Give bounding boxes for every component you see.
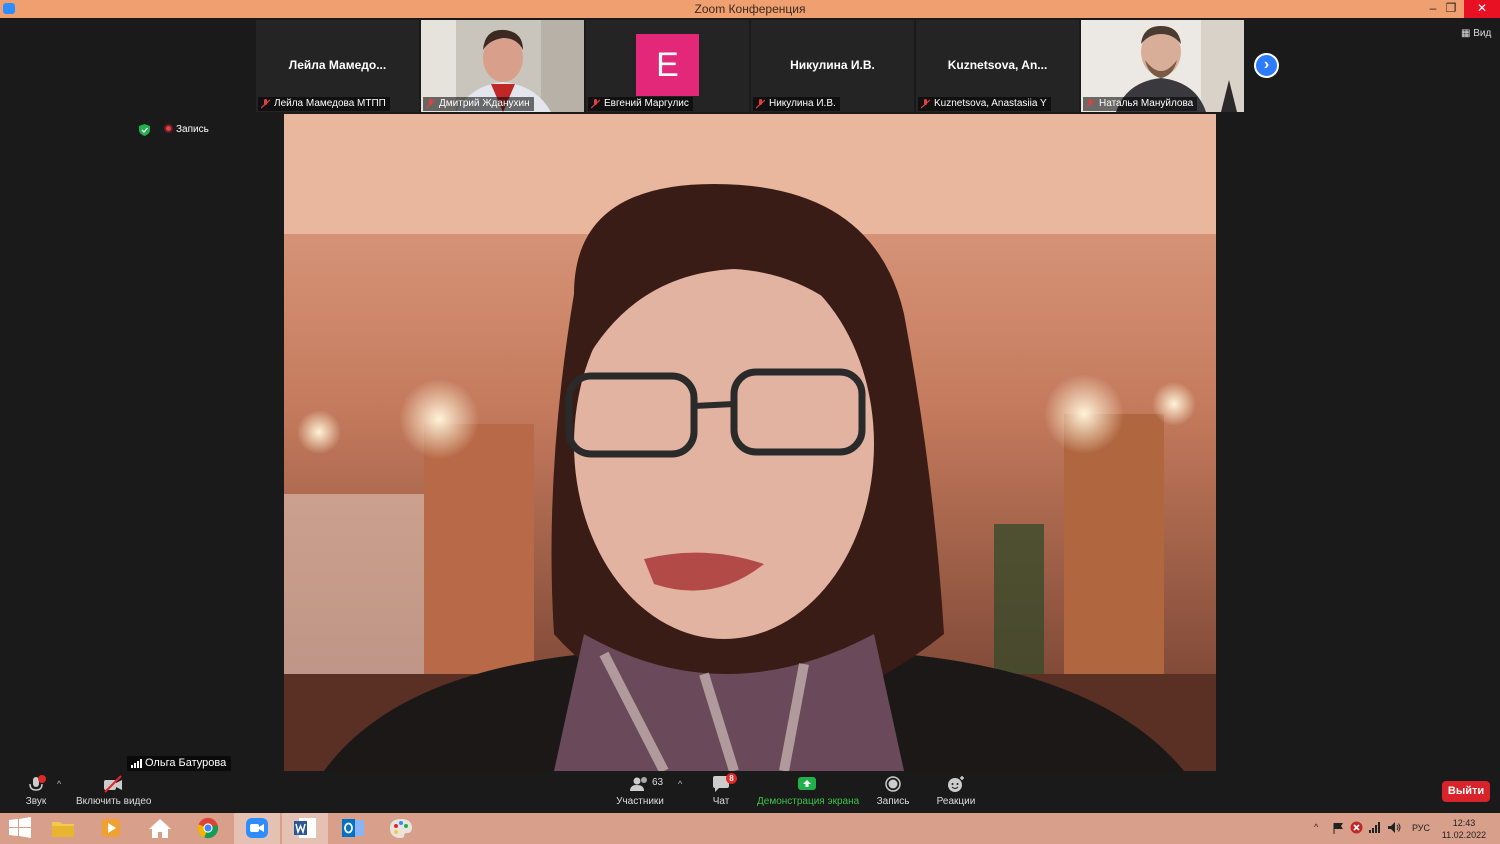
share-screen-label: Демонстрация экрана: [757, 796, 860, 807]
taskbar-clock[interactable]: 12:43 11.02.2022: [1440, 817, 1488, 841]
video-label: Включить видео: [76, 796, 152, 807]
share-screen-button[interactable]: Демонстрация экрана: [757, 775, 860, 807]
input-language[interactable]: РУС: [1412, 823, 1430, 844]
zoom-icon: [246, 818, 268, 838]
taskbar-word[interactable]: [282, 813, 328, 844]
window-title: Zoom Конференция: [694, 2, 806, 16]
mic-muted-icon: [261, 99, 270, 109]
participant-tile[interactable]: Никулина И.В. Никулина И.В.: [751, 20, 914, 112]
participant-big-name: Kuznetsova, An...: [947, 58, 1048, 72]
taskbar-media-player[interactable]: [88, 813, 134, 844]
flag-icon[interactable]: [1332, 822, 1344, 834]
maximize-button[interactable]: ❐: [1436, 0, 1466, 18]
participants-icon: [630, 777, 647, 791]
taskbar-outlook[interactable]: [330, 813, 376, 844]
media-player-icon: [102, 819, 120, 837]
participant-name: Дмитрий Жданухин: [439, 98, 530, 109]
participant-big-name: Лейла Мамедо...: [288, 58, 387, 72]
audio-label: Звук: [25, 796, 47, 807]
chrome-icon: [197, 817, 219, 839]
mic-muted-icon: [591, 99, 600, 109]
leave-meeting-button[interactable]: Выйти: [1442, 781, 1490, 802]
record-icon: [885, 776, 901, 792]
active-speaker-video: [284, 114, 1216, 771]
network-icon[interactable]: [1369, 822, 1382, 833]
participant-tile[interactable]: Наталья Мануйлова: [1081, 20, 1244, 112]
word-icon: [294, 818, 316, 838]
participant-tile[interactable]: Дмитрий Жданухин: [421, 20, 584, 112]
paint-palette-icon: [390, 819, 412, 838]
recording-label: Запись: [176, 124, 209, 135]
volume-icon[interactable]: [1388, 822, 1401, 833]
view-label: Вид: [1473, 28, 1492, 39]
clock-date: 11.02.2022: [1441, 830, 1487, 840]
reactions-icon: [948, 776, 964, 792]
participant-avatar: E: [636, 34, 699, 96]
windows-logo-icon: [9, 817, 31, 838]
video-off-icon: [104, 775, 122, 793]
participant-name: Kuznetsova, Anastasiia Y: [934, 98, 1047, 109]
participant-name: Никулина И.В.: [769, 98, 836, 109]
participant-caption: Никулина И.В.: [753, 97, 840, 111]
audio-button[interactable]: Звук: [20, 775, 52, 807]
video-button[interactable]: Включить видео: [76, 775, 152, 807]
security-shield-icon[interactable]: [139, 124, 150, 136]
participant-caption: Kuznetsova, Anastasiia Y: [918, 97, 1051, 111]
participants-count: 63: [652, 777, 664, 788]
taskbar-file-explorer[interactable]: [40, 813, 86, 844]
meeting-toolbar: Звук ^ Включить видео Участники 63 ^ Чат…: [0, 771, 1500, 813]
share-screen-icon: [798, 777, 816, 790]
mic-muted-icon: [756, 99, 765, 109]
participant-caption: Лейла Мамедова МТПП: [258, 97, 390, 111]
chat-unread-badge: 8: [726, 773, 737, 784]
participant-tile[interactable]: E Евгений Маргулис: [586, 20, 749, 112]
participant-name: Лейла Мамедова МТПП: [274, 98, 386, 109]
microphone-icon: [29, 775, 46, 791]
participant-caption: Дмитрий Жданухин: [423, 97, 534, 111]
title-bar: Zoom Конференция – ❐ ✕: [0, 0, 1500, 18]
participants-options-caret[interactable]: ^: [678, 779, 682, 789]
view-button[interactable]: ▦ Вид: [1461, 28, 1491, 39]
close-button[interactable]: ✕: [1464, 0, 1500, 18]
record-label: Запись: [876, 796, 910, 807]
reactions-button[interactable]: Реакции: [935, 775, 977, 807]
windows-taskbar: ^ РУС 12:43 11.02.2022: [0, 813, 1500, 844]
participant-name: Евгений Маргулис: [604, 98, 689, 109]
zoom-window: Zoom Конференция – ❐ ✕ Лейла Мамедо... Л…: [0, 0, 1500, 844]
antivirus-icon[interactable]: [1350, 821, 1363, 834]
audio-options-caret[interactable]: ^: [57, 779, 61, 789]
mic-muted-icon: [921, 99, 930, 109]
home-icon: [149, 819, 171, 838]
taskbar-paint[interactable]: [378, 813, 424, 844]
participant-caption: Евгений Маргулис: [588, 97, 693, 111]
recording-indicator[interactable]: Запись: [164, 124, 209, 135]
start-button[interactable]: [0, 813, 40, 844]
mic-muted-icon: [1086, 99, 1095, 109]
outlook-icon: [342, 819, 364, 837]
grid-icon: ▦: [1461, 28, 1471, 39]
participant-big-name: Никулина И.В.: [790, 58, 875, 72]
tray-overflow-caret[interactable]: ^: [1314, 822, 1318, 844]
active-speaker-name: Ольга Батурова: [145, 757, 227, 769]
recording-dot-icon: [164, 124, 173, 133]
taskbar-chrome[interactable]: [185, 813, 231, 844]
participants-label: Участники: [616, 796, 664, 807]
taskbar-home[interactable]: [137, 813, 183, 844]
participant-name: Наталья Мануйлова: [1099, 98, 1194, 109]
chat-label: Чат: [712, 796, 730, 807]
participant-tile[interactable]: Лейла Мамедо... Лейла Мамедова МТПП: [256, 20, 419, 112]
mic-muted-icon: [426, 99, 435, 109]
signal-bars-icon: [131, 759, 142, 768]
clock-time: 12:43: [1452, 818, 1476, 828]
participant-caption: Наталья Мануйлова: [1083, 97, 1198, 111]
taskbar-zoom[interactable]: [234, 813, 280, 844]
folder-icon: [52, 822, 74, 837]
active-speaker-label: Ольга Батурова: [127, 756, 232, 771]
record-button[interactable]: Запись: [874, 775, 912, 807]
next-page-button[interactable]: ›: [1254, 53, 1279, 78]
reactions-label: Реакции: [936, 796, 976, 807]
participant-tile[interactable]: Kuznetsova, An... Kuznetsova, Anastasiia…: [916, 20, 1079, 112]
